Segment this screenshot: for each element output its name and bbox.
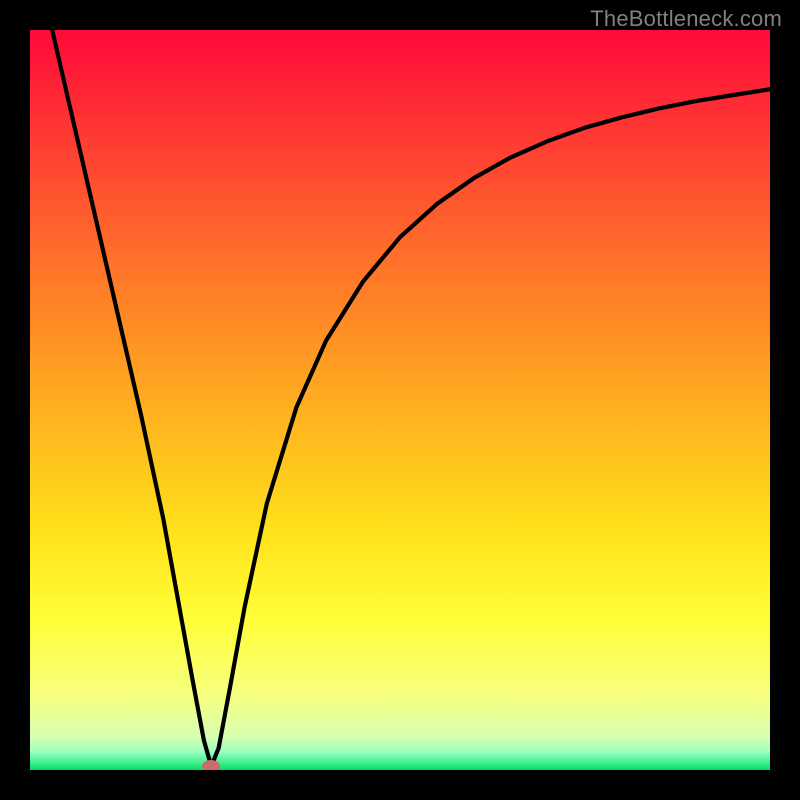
plot-area xyxy=(30,30,770,770)
bottleneck-curve xyxy=(30,30,770,770)
chart-frame: TheBottleneck.com xyxy=(0,0,800,800)
minimum-marker xyxy=(202,760,220,770)
watermark-text: TheBottleneck.com xyxy=(590,6,782,32)
